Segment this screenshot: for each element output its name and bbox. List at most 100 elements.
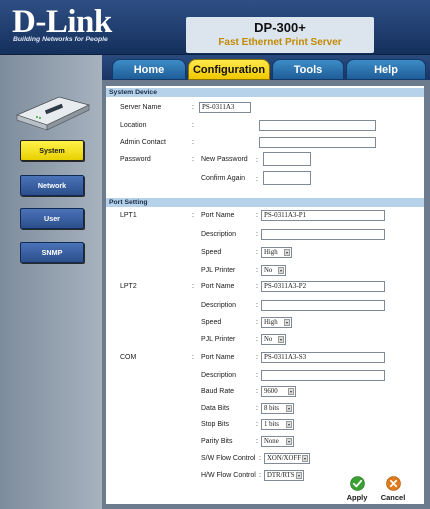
location-label: Location xyxy=(120,122,147,129)
admin-contact-input[interactable] xyxy=(259,137,376,148)
com-sw-flow-select[interactable]: XON/XOFF xyxy=(264,453,310,464)
port-setting-header: Port Setting xyxy=(106,198,424,207)
colon: : xyxy=(259,472,261,479)
com-data-bits-select[interactable]: 8 bits xyxy=(261,403,294,414)
com-baud-select[interactable]: 9600 xyxy=(261,386,296,397)
colon: : xyxy=(192,139,194,146)
com-hw-flow-label: H/W Flow Control xyxy=(201,472,256,479)
system-device-header: System Device xyxy=(106,88,424,97)
left-sidebar: System Network User SNMP xyxy=(0,55,102,509)
lpt2-description-input[interactable] xyxy=(261,300,385,311)
lpt1-port-name-label: Port Name xyxy=(201,212,235,219)
product-name: Fast Ethernet Print Server xyxy=(218,37,342,48)
com-port-name-label: Port Name xyxy=(201,354,235,361)
chevron-down-icon xyxy=(286,421,292,428)
com-description-input[interactable] xyxy=(261,370,385,381)
com-sw-flow-value: XON/XOFF xyxy=(267,455,301,462)
colon: : xyxy=(256,249,258,256)
new-password-label: New Password xyxy=(201,156,248,163)
password-label: Password xyxy=(120,156,151,163)
colon: : xyxy=(192,122,194,129)
colon: : xyxy=(256,157,258,164)
dlink-logo: D-Link Building Networks for People xyxy=(6,4,121,48)
chevron-down-icon xyxy=(296,472,302,479)
com-baud-value: 9600 xyxy=(264,388,278,395)
nav-user-button[interactable]: User xyxy=(20,208,84,229)
colon: : xyxy=(192,354,194,361)
lpt1-port-name-input[interactable]: PS-0311A3-P1 xyxy=(261,210,385,221)
nav-snmp-button[interactable]: SNMP xyxy=(20,242,84,263)
chevron-down-icon xyxy=(278,336,284,343)
lpt1-description-input[interactable] xyxy=(261,229,385,240)
nav-system-button[interactable]: System xyxy=(20,140,84,161)
colon: : xyxy=(256,176,258,183)
com-description-label: Description xyxy=(201,372,237,379)
lpt2-speed-value: High xyxy=(264,319,278,326)
colon: : xyxy=(259,455,261,462)
new-password-input[interactable] xyxy=(263,152,311,166)
lpt1-pjl-select[interactable]: No xyxy=(261,265,286,276)
com-stop-bits-value: 1 bits xyxy=(264,421,279,428)
chevron-down-icon xyxy=(284,249,290,256)
colon: : xyxy=(256,302,258,309)
com-stop-bits-select[interactable]: 1 bits xyxy=(261,419,294,430)
lpt2-pjl-value: No xyxy=(264,336,273,343)
colon: : xyxy=(256,231,258,238)
product-title-box: DP-300+ Fast Ethernet Print Server xyxy=(186,17,374,53)
com-stop-bits-label: Stop Bits xyxy=(201,421,230,428)
cancel-x-icon xyxy=(385,476,401,491)
server-name-input[interactable]: PS-0311A3 xyxy=(199,102,251,113)
lpt2-port-name-label: Port Name xyxy=(201,283,235,290)
confirm-password-input[interactable] xyxy=(263,171,311,185)
com-parity-select[interactable]: None xyxy=(261,436,294,447)
colon: : xyxy=(256,212,258,219)
colon: : xyxy=(256,319,258,326)
lpt2-description-label: Description xyxy=(201,302,237,309)
header-bar: D-Link Building Networks for People DP-3… xyxy=(0,0,430,55)
com-hw-flow-select[interactable]: DTR/RTS xyxy=(264,470,304,481)
lpt1-speed-select[interactable]: High xyxy=(261,247,292,258)
colon: : xyxy=(256,405,258,412)
com-data-bits-value: 8 bits xyxy=(264,405,279,412)
tab-tools[interactable]: Tools xyxy=(272,59,344,80)
print-server-device-icon xyxy=(15,96,91,131)
lpt2-speed-select[interactable]: High xyxy=(261,317,292,328)
colon: : xyxy=(192,283,194,290)
tab-help[interactable]: Help xyxy=(346,59,426,80)
chevron-down-icon xyxy=(302,455,308,462)
config-form: System Device Server Name : PS-0311A3 Lo… xyxy=(106,86,424,504)
location-input[interactable] xyxy=(259,120,376,131)
apply-button[interactable]: Apply xyxy=(343,476,371,502)
lpt2-label: LPT2 xyxy=(120,283,137,290)
tab-bar: Home Configuration Tools Help xyxy=(102,55,430,80)
tab-home[interactable]: Home xyxy=(112,59,186,80)
server-name-label: Server Name xyxy=(120,104,162,111)
lpt1-description-label: Description xyxy=(201,231,237,238)
chevron-down-icon xyxy=(284,319,290,326)
colon: : xyxy=(256,354,258,361)
com-baud-label: Baud Rate xyxy=(201,388,235,395)
colon: : xyxy=(256,267,258,274)
lpt1-label: LPT1 xyxy=(120,212,137,219)
product-model: DP-300+ xyxy=(254,20,306,35)
lpt1-pjl-value: No xyxy=(264,267,273,274)
colon: : xyxy=(192,156,194,163)
brand-tagline: Building Networks for People xyxy=(13,36,108,43)
com-sw-flow-label: S/W Flow Control xyxy=(201,455,256,462)
nav-network-button[interactable]: Network xyxy=(20,175,84,196)
com-port-name-input[interactable]: PS-0311A3-S3 xyxy=(261,352,385,363)
lpt1-pjl-label: PJL Printer xyxy=(201,267,236,274)
com-label: COM xyxy=(120,354,137,361)
colon: : xyxy=(192,104,194,111)
lpt1-speed-label: Speed xyxy=(201,249,222,256)
colon: : xyxy=(256,438,258,445)
colon: : xyxy=(256,372,258,379)
lpt2-port-name-input[interactable]: PS-0311A3-P2 xyxy=(261,281,385,292)
checkmark-icon xyxy=(349,476,365,491)
apply-label: Apply xyxy=(346,493,368,502)
cancel-button[interactable]: Cancel xyxy=(379,476,407,502)
chevron-down-icon xyxy=(288,388,294,395)
tab-configuration[interactable]: Configuration xyxy=(188,59,270,80)
colon: : xyxy=(256,336,258,343)
lpt2-pjl-select[interactable]: No xyxy=(261,334,286,345)
